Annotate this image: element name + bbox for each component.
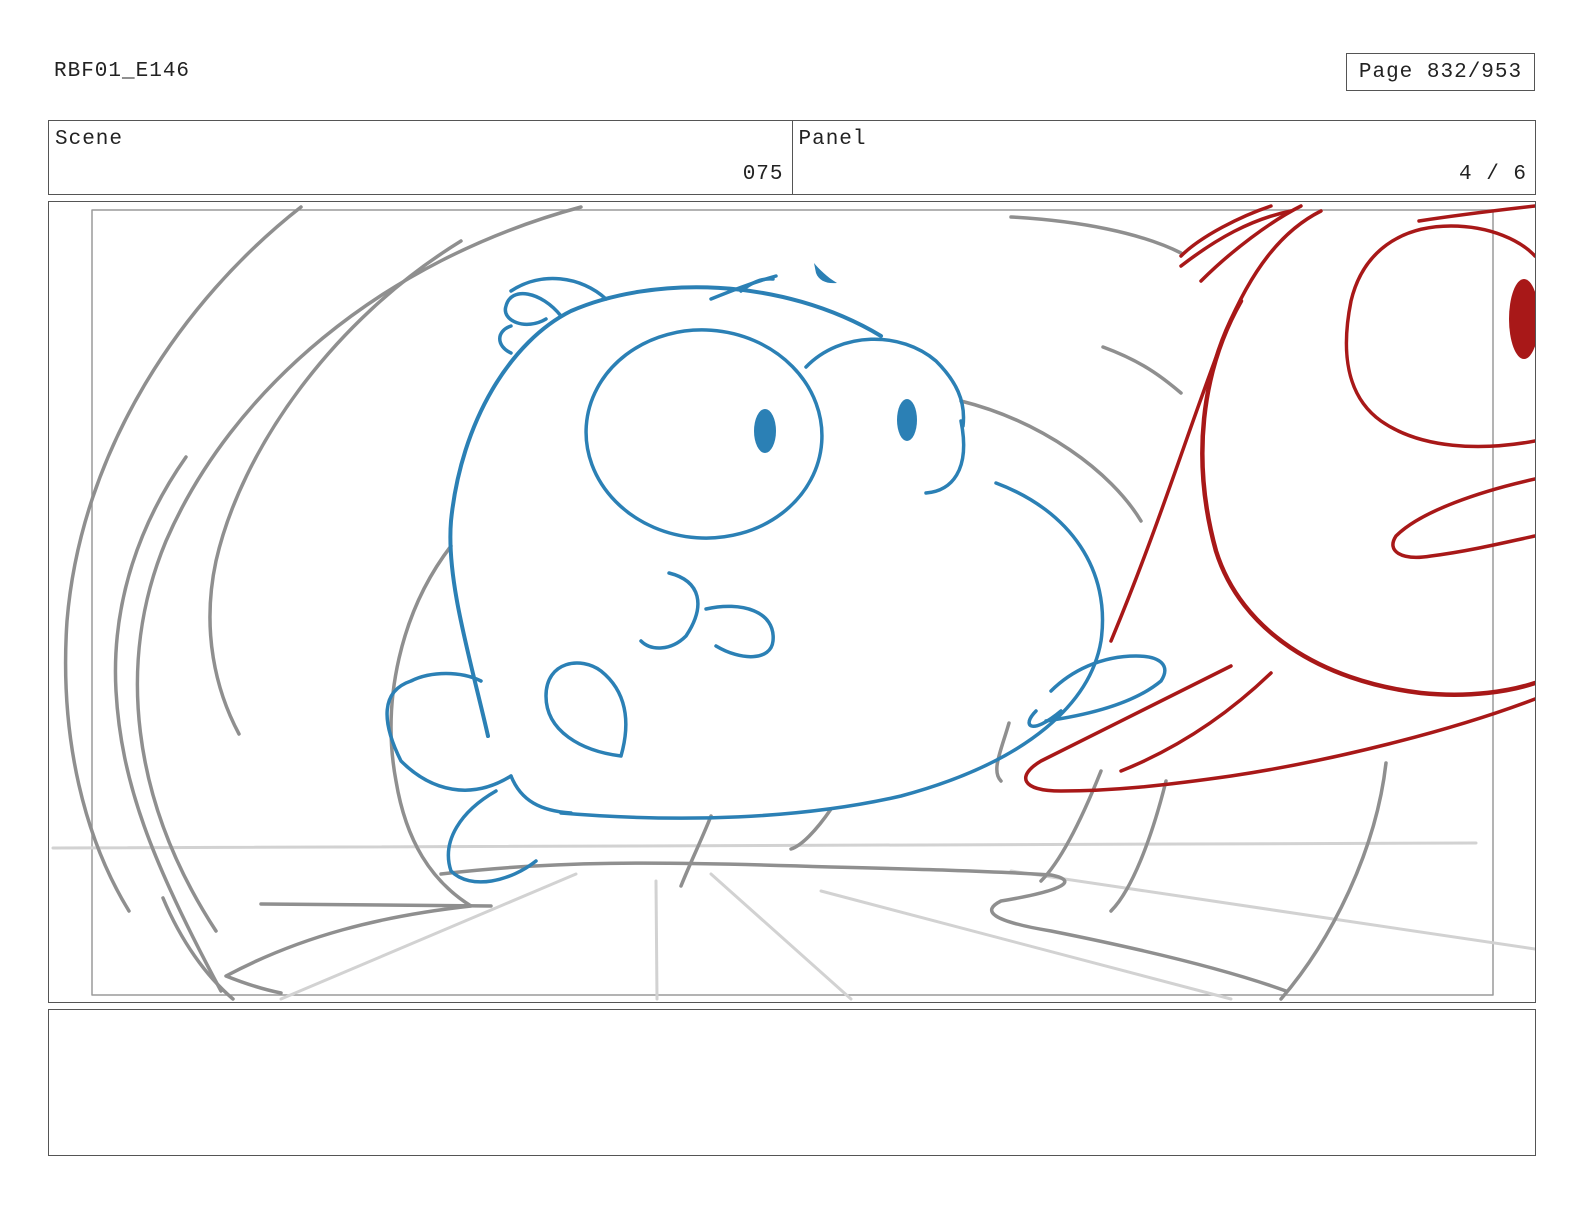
production-code: RBF01_E146 bbox=[54, 60, 191, 83]
panel-cell: Panel 4 / 6 bbox=[791, 121, 1536, 194]
safe-frame bbox=[91, 209, 1494, 996]
background-rough bbox=[63, 205, 1388, 1001]
scene-cell: Scene 075 bbox=[49, 121, 792, 194]
blue-character-eyes bbox=[754, 263, 917, 453]
scene-panel-header: Scene 075 Panel 4 / 6 bbox=[48, 120, 1536, 195]
panel-label: Panel bbox=[798, 128, 867, 151]
panel-number: 4 / 6 bbox=[1458, 163, 1527, 186]
red-character-sketch bbox=[1024, 204, 1535, 793]
page-number-box: Page 832/953 bbox=[1346, 53, 1535, 91]
storyboard-sketch-image bbox=[51, 204, 1535, 1001]
scene-label: Scene bbox=[55, 128, 124, 151]
scene-number: 075 bbox=[742, 163, 784, 186]
panel-notes-box[interactable] bbox=[48, 1009, 1536, 1156]
storyboard-panel bbox=[48, 201, 1536, 1003]
page-number: Page 832/953 bbox=[1358, 60, 1523, 84]
red-character-eye bbox=[1509, 279, 1535, 359]
